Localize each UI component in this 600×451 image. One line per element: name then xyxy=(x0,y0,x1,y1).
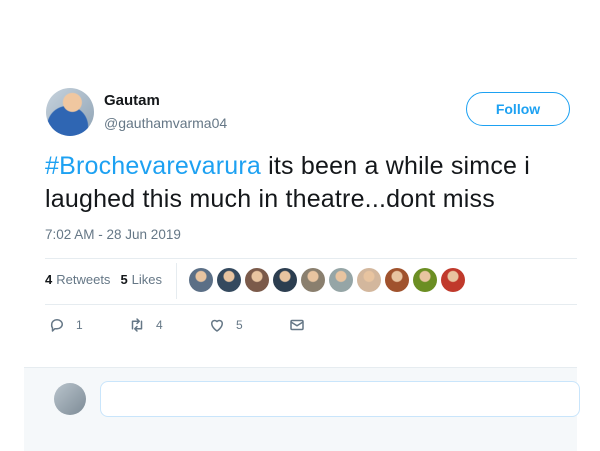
message-action[interactable] xyxy=(288,316,306,334)
liker-avatar[interactable] xyxy=(329,268,353,292)
envelope-icon xyxy=(290,319,304,331)
liker-avatar[interactable] xyxy=(189,268,213,292)
liker-avatar[interactable] xyxy=(217,268,241,292)
liker-avatar[interactable] xyxy=(273,268,297,292)
like-count: 5 xyxy=(236,318,243,332)
liker-avatar[interactable] xyxy=(441,268,465,292)
retweet-count: 4 xyxy=(156,318,163,332)
likes-count: 5 xyxy=(120,272,128,287)
retweets-label: Retweets xyxy=(56,272,111,287)
liker-avatar[interactable] xyxy=(245,268,269,292)
heart-icon xyxy=(211,319,223,332)
likes-label: Likes xyxy=(131,272,163,287)
retweet-action[interactable]: 4 xyxy=(128,316,208,334)
author-handle[interactable]: @gauthamvarma04 xyxy=(104,115,227,131)
hashtag-link[interactable]: #Brochevarevarura xyxy=(45,152,261,180)
stats-separator xyxy=(176,263,177,299)
tweet-timestamp[interactable]: 7:02 AM - 28 Jun 2019 xyxy=(45,227,181,242)
reply-composer-area xyxy=(24,367,580,451)
author-name[interactable]: Gautam xyxy=(104,92,160,109)
like-action[interactable]: 5 xyxy=(208,316,288,334)
liker-avatars xyxy=(189,268,465,292)
follow-button[interactable]: Follow xyxy=(466,92,570,126)
reply-input[interactable] xyxy=(100,381,580,417)
retweets-stat[interactable]: 4 Retweets xyxy=(45,272,110,287)
divider xyxy=(45,304,577,305)
liker-avatar[interactable] xyxy=(385,268,409,292)
liker-avatar[interactable] xyxy=(357,268,381,292)
divider xyxy=(45,258,577,259)
current-user-avatar xyxy=(54,383,86,415)
tweet-text: #Brochevarevarura its been a while simce… xyxy=(45,150,575,216)
tweet-actions: 1 4 5 xyxy=(48,316,306,334)
reply-action[interactable]: 1 xyxy=(48,316,128,334)
liker-avatar[interactable] xyxy=(301,268,325,292)
tweet-card: Gautam @gauthamvarma04 Follow #Brochevar… xyxy=(24,0,580,451)
reply-icon xyxy=(50,319,63,332)
reply-count: 1 xyxy=(76,318,83,332)
author-avatar[interactable] xyxy=(46,88,94,136)
liker-avatar[interactable] xyxy=(413,268,437,292)
likes-stat[interactable]: 5 Likes xyxy=(120,272,162,287)
retweet-icon xyxy=(131,318,143,332)
retweets-count: 4 xyxy=(45,272,53,287)
engagement-stats: 4 Retweets 5 Likes xyxy=(45,272,162,287)
